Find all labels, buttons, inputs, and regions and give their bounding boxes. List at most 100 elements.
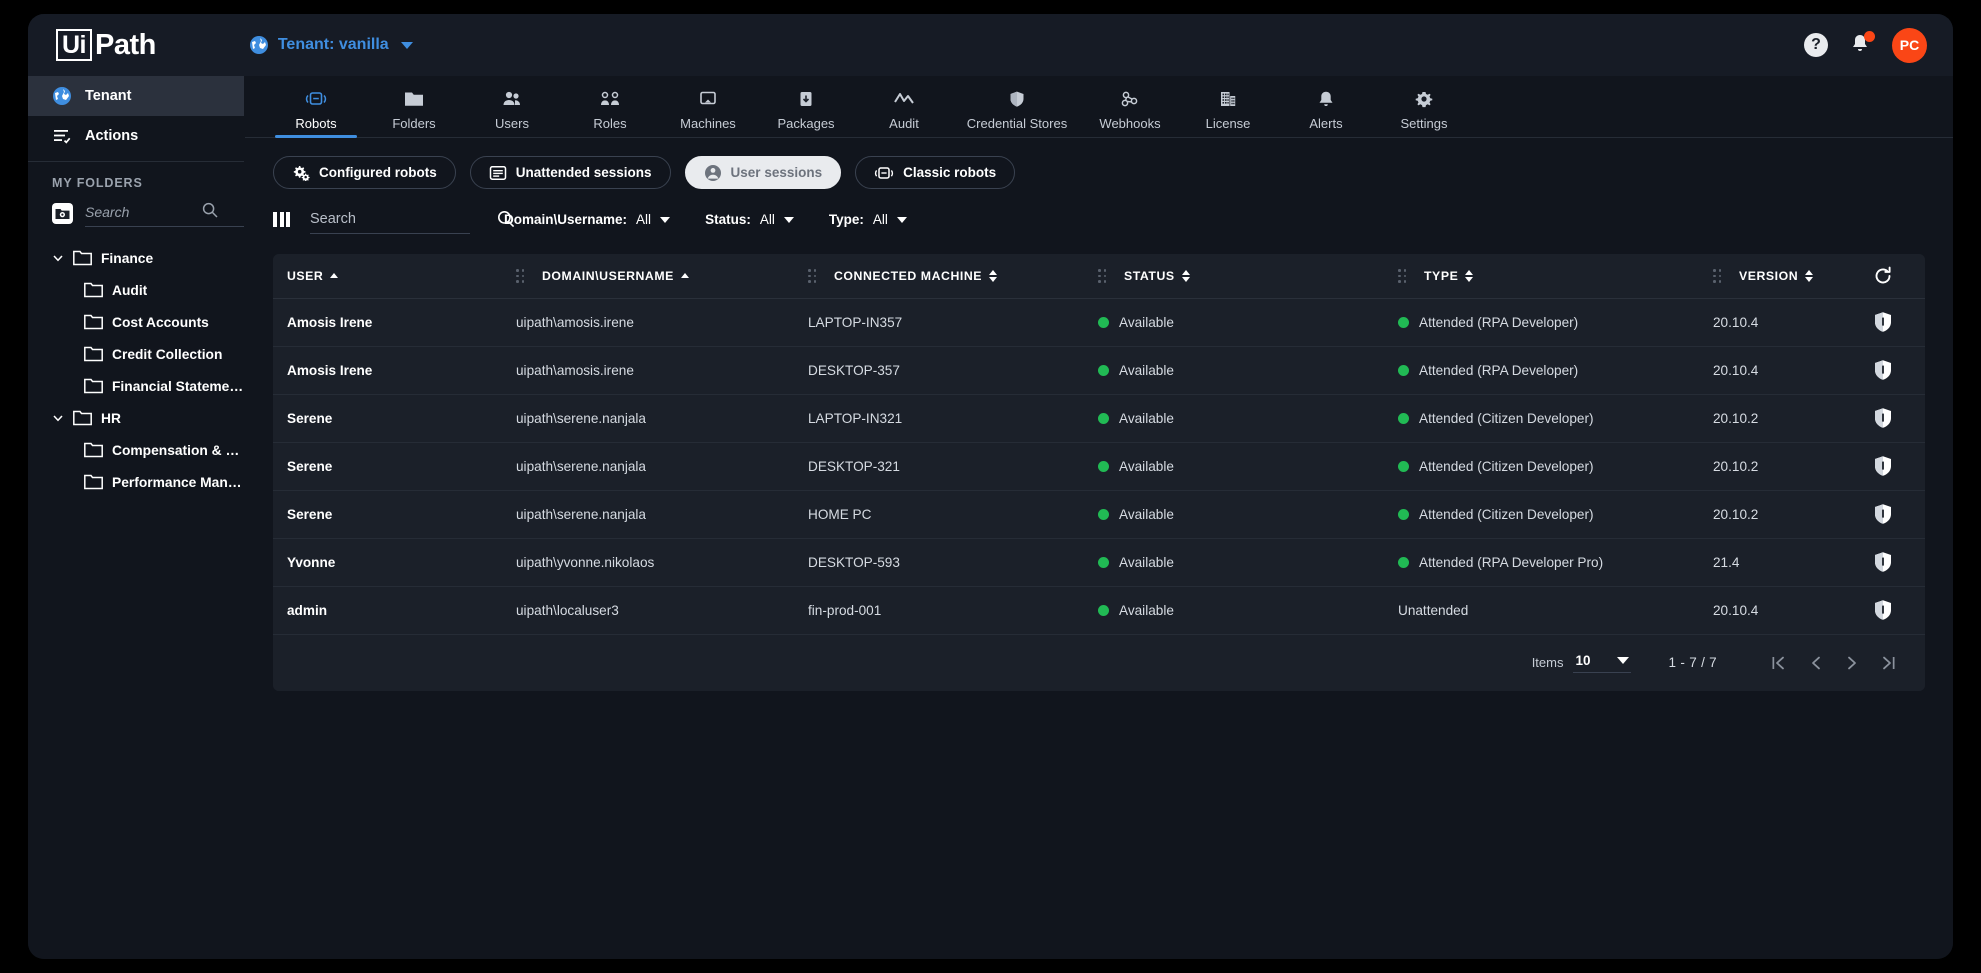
user-sessions-table: USER DOMAIN\USERNAME CONNECTED MACHINE S… xyxy=(273,254,1925,635)
shield-icon[interactable] xyxy=(1873,311,1925,333)
shield-icon[interactable] xyxy=(1873,503,1925,525)
search-input[interactable] xyxy=(310,211,497,227)
tab-robots[interactable]: Robots xyxy=(267,81,365,138)
column-header-refresh[interactable] xyxy=(1873,254,1925,299)
app-body: Tenant Actions MY FOLDERS Search Finance… xyxy=(28,76,1953,959)
help-icon[interactable]: ? xyxy=(1804,33,1828,57)
chevron-down-icon[interactable] xyxy=(52,412,64,424)
column-resize-grip[interactable] xyxy=(808,269,816,283)
audit-icon xyxy=(893,88,915,110)
tree-item-cost-accounts[interactable]: Cost Accounts xyxy=(28,306,244,338)
filter-type[interactable]: Type: All xyxy=(829,212,907,227)
pill-label: Configured robots xyxy=(319,165,437,180)
column-resize-grip[interactable] xyxy=(1098,269,1106,283)
filter-status[interactable]: Status: All xyxy=(705,212,794,227)
shield-icon[interactable] xyxy=(1873,455,1925,477)
pill-label: Unattended sessions xyxy=(515,165,652,180)
cell-status: Available xyxy=(1119,602,1174,618)
next-page-button[interactable] xyxy=(1845,654,1859,672)
column-resize-grip[interactable] xyxy=(1398,269,1406,283)
sidebar-item-actions[interactable]: Actions xyxy=(28,116,244,156)
status-dot xyxy=(1098,508,1109,520)
table-row[interactable]: Serene uipath\serene.nanjala DESKTOP-321… xyxy=(273,442,1925,491)
tab-license[interactable]: License xyxy=(1179,81,1277,137)
tree-item-compensation-benefits[interactable]: Compensation & Bene... xyxy=(28,434,244,466)
tenant-selector[interactable]: Tenant: vanilla xyxy=(249,35,413,55)
tab-label: License xyxy=(1205,116,1251,131)
tab-settings[interactable]: Settings xyxy=(1375,81,1473,137)
columns-toggle-icon[interactable] xyxy=(273,212,290,227)
search-icon[interactable] xyxy=(202,202,218,218)
pill-unattended-sessions[interactable]: Unattended sessions xyxy=(469,156,671,189)
actions-icon xyxy=(52,126,72,146)
tab-label: Machines xyxy=(680,116,736,131)
cell-version: 20.10.2 xyxy=(1713,506,1759,522)
previous-page-button[interactable] xyxy=(1809,654,1823,672)
shield-icon xyxy=(1006,88,1028,110)
tab-audit[interactable]: Audit xyxy=(855,81,953,137)
folder-search-input[interactable] xyxy=(85,199,244,227)
table-row[interactable]: admin uipath\localuser3 fin-prod-001 Ava… xyxy=(273,586,1925,635)
shield-icon[interactable] xyxy=(1873,551,1925,573)
shield-icon[interactable] xyxy=(1873,599,1925,621)
tree-item-performance-management[interactable]: Performance Manage... xyxy=(28,466,244,498)
column-resize-grip[interactable] xyxy=(1713,269,1721,283)
gear-icon xyxy=(1413,88,1435,110)
tree-item-finance[interactable]: Finance xyxy=(28,242,244,274)
tab-roles[interactable]: Roles xyxy=(561,81,659,137)
chevron-down-icon[interactable] xyxy=(52,252,64,264)
tab-credential-stores[interactable]: Credential Stores xyxy=(953,81,1081,137)
cell-domain: uipath\yvonne.nikolaos xyxy=(516,554,655,570)
tab-users[interactable]: Users xyxy=(463,81,561,137)
column-resize-grip[interactable] xyxy=(516,269,524,283)
last-page-button[interactable] xyxy=(1881,654,1897,672)
tree-item-label: Audit xyxy=(112,282,148,298)
tree-item-label: Credit Collection xyxy=(112,346,223,362)
table-row[interactable]: Serene uipath\serene.nanjala LAPTOP-IN32… xyxy=(273,394,1925,443)
notifications-bell-icon[interactable] xyxy=(1848,31,1875,58)
tab-folders[interactable]: Folders xyxy=(365,81,463,137)
refresh-icon[interactable] xyxy=(1873,266,1893,286)
shield-icon[interactable] xyxy=(1873,359,1925,381)
table-row[interactable]: Serene uipath\serene.nanjala HOME PC Ava… xyxy=(273,490,1925,539)
cell-domain: uipath\serene.nanjala xyxy=(516,458,646,474)
status-dot xyxy=(1098,460,1109,472)
tab-packages[interactable]: Packages xyxy=(757,81,855,137)
column-header-user[interactable]: USER xyxy=(273,254,516,299)
cell-version: 20.10.2 xyxy=(1713,458,1759,474)
column-header-domain-username[interactable]: DOMAIN\USERNAME xyxy=(516,254,808,299)
tab-machines[interactable]: Machines xyxy=(659,81,757,137)
search-icon[interactable] xyxy=(497,210,515,228)
cell-version: 20.10.4 xyxy=(1713,602,1759,618)
tree-item-credit-collection[interactable]: Credit Collection xyxy=(28,338,244,370)
tab-webhooks[interactable]: Webhooks xyxy=(1081,81,1179,137)
first-page-button[interactable] xyxy=(1771,654,1787,672)
cell-user: Yvonne xyxy=(287,554,336,570)
items-per-page-select[interactable]: 10 xyxy=(1573,653,1631,673)
tree-item-financial-statements[interactable]: Financial Statements xyxy=(28,370,244,402)
table-row[interactable]: Amosis Irene uipath\amosis.irene LAPTOP-… xyxy=(273,298,1925,347)
pill-configured-robots[interactable]: Configured robots xyxy=(273,156,456,189)
column-header-type[interactable]: TYPE xyxy=(1398,254,1713,299)
tree-item-audit[interactable]: Audit xyxy=(28,274,244,306)
globe-icon xyxy=(52,86,72,106)
tree-item-hr[interactable]: HR xyxy=(28,402,244,434)
shield-icon[interactable] xyxy=(1873,407,1925,429)
column-header-version[interactable]: VERSION xyxy=(1713,254,1873,299)
pill-classic-robots[interactable]: Classic robots xyxy=(855,156,1016,189)
column-header-connected-machine[interactable]: CONNECTED MACHINE xyxy=(808,254,1098,299)
tenant-label: Tenant: vanilla xyxy=(277,36,389,53)
filter-domain-username[interactable]: Domain\Username: All xyxy=(504,212,671,227)
table-row[interactable]: Amosis Irene uipath\amosis.irene DESKTOP… xyxy=(273,346,1925,395)
avatar[interactable]: PC xyxy=(1892,27,1927,63)
chevron-down-icon xyxy=(400,41,413,49)
bell-icon xyxy=(1315,88,1337,110)
cell-machine: HOME PC xyxy=(808,506,872,522)
tree-item-label: HR xyxy=(101,410,121,426)
column-header-status[interactable]: STATUS xyxy=(1098,254,1398,299)
cell-version: 20.10.4 xyxy=(1713,314,1759,330)
tab-alerts[interactable]: Alerts xyxy=(1277,81,1375,137)
pill-user-sessions[interactable]: User sessions xyxy=(684,156,842,189)
table-row[interactable]: Yvonne uipath\yvonne.nikolaos DESKTOP-59… xyxy=(273,538,1925,587)
sidebar-item-tenant[interactable]: Tenant xyxy=(28,76,244,116)
